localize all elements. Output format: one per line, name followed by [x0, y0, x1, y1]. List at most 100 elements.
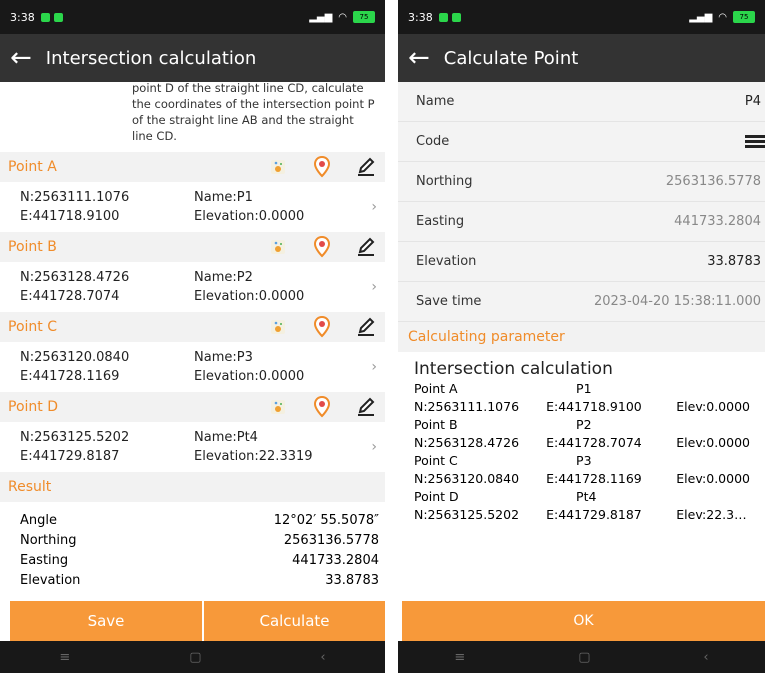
point-easting: E:441728.1169	[20, 369, 120, 384]
point-fields: Name P4 Code Northing 2563136.5778 Easting…	[398, 82, 765, 322]
description-text: point D of the straight line CD, calcula…	[132, 81, 375, 143]
calc-parameter-body: Intersection calculation Point A P1 N:2563…	[398, 352, 765, 524]
map-pick-icon[interactable]	[267, 156, 289, 178]
point-label: Point B	[8, 239, 57, 255]
save-button[interactable]: Save	[10, 601, 202, 641]
calc-parameter-title: Intersection calculation	[414, 359, 613, 379]
menu-icon[interactable]: ≡	[59, 650, 70, 665]
action-bar: Save Calculate	[10, 601, 385, 641]
location-pin-icon[interactable]	[311, 396, 333, 418]
param-line: N:2563125.5202 E:441729.8187 Elev:22.3…	[414, 507, 747, 522]
code-list-icon[interactable]	[745, 135, 765, 148]
point-header: Point D	[0, 392, 385, 422]
param-line: Point D Pt4	[414, 489, 597, 504]
right-screen: 3:38 ▂▄▆ ◠ 75 ← Calculate Point Name P4 C…	[398, 0, 765, 673]
location-pin-icon[interactable]	[311, 316, 333, 338]
back-arrow-icon[interactable]: ←	[10, 45, 32, 71]
battery-icon: 75	[353, 11, 375, 23]
point-label: Point D	[8, 399, 58, 415]
left-screen: 3:38 ▂▄▆ ◠ 75 ← Intersection calculation…	[0, 0, 385, 673]
map-pick-icon[interactable]	[267, 316, 289, 338]
battery-icon: 75	[733, 11, 755, 23]
location-pin-icon[interactable]	[311, 236, 333, 258]
ok-button[interactable]: OK	[402, 601, 765, 641]
location-pin-icon[interactable]	[311, 156, 333, 178]
point-name: Name:P2	[194, 270, 253, 285]
notification-icon	[40, 12, 50, 22]
point-elevation: Elevation:0.0000	[194, 369, 305, 384]
point-name: Name:P3	[194, 350, 253, 365]
point-section: Point D N:2563125.5202 E:441729.8187 Name:P…	[0, 392, 385, 472]
field-code[interactable]: Code	[398, 122, 765, 162]
point-northing: N:2563120.0840	[20, 350, 130, 365]
field-save-time: Save time 2023-04-20 15:38:11.000	[398, 282, 765, 322]
param-line: Point C P3	[414, 453, 592, 468]
field-northing[interactable]: Northing 2563136.5778	[398, 162, 765, 202]
point-northing: N:2563125.5202	[20, 430, 130, 445]
point-section: Point B N:2563128.4726 E:441728.7074 Name:P…	[0, 232, 385, 312]
system-nav-bar: ≡ ▢ ‹	[398, 641, 765, 673]
home-icon[interactable]: ▢	[578, 650, 590, 665]
result-list: Angle 12°02′ 55.5078″ Northing 2563136.577…	[0, 502, 385, 590]
wifi-icon: ◠	[718, 11, 727, 23]
chevron-right-icon: ›	[371, 199, 377, 215]
back-icon[interactable]: ‹	[703, 650, 708, 665]
app-bar: ← Intersection calculation	[0, 34, 385, 82]
calculate-button[interactable]: Calculate	[204, 601, 385, 641]
page-title: Calculate Point	[443, 47, 579, 69]
edit-icon[interactable]	[355, 316, 377, 338]
point-section: Point A N:2563111.1076 E:441718.9100 Name:P…	[0, 152, 385, 232]
point-easting: E:441718.9100	[20, 209, 120, 224]
field-elevation[interactable]: Elevation 33.8783	[398, 242, 765, 282]
signal-icon: ▂▄▆	[689, 11, 713, 23]
calc-parameter-header: Calculating parameter	[398, 322, 765, 352]
status-bar: 3:38 ▂▄▆ ◠ 75	[0, 0, 385, 34]
page-title: Intersection calculation	[45, 47, 257, 69]
notification-icon	[53, 12, 63, 22]
field-name[interactable]: Name P4	[398, 82, 765, 122]
point-easting: E:441728.7074	[20, 289, 120, 304]
map-pick-icon[interactable]	[267, 396, 289, 418]
menu-icon[interactable]: ≡	[454, 650, 465, 665]
point-elevation: Elevation:22.3319	[194, 449, 313, 464]
edit-icon[interactable]	[355, 156, 377, 178]
wifi-icon: ◠	[338, 11, 347, 23]
point-row[interactable]: N:2563111.1076 E:441718.9100 Name:P1 Elevat…	[0, 182, 385, 232]
status-time: 3:38	[408, 10, 433, 24]
point-row[interactable]: N:2563125.5202 E:441729.8187 Name:Pt4 Eleva…	[0, 422, 385, 472]
status-bar: 3:38 ▂▄▆ ◠ 75	[398, 0, 765, 34]
point-easting: E:441729.8187	[20, 449, 120, 464]
result-row-elevation: Elevation 33.8783	[20, 572, 379, 588]
point-label: Point C	[8, 319, 57, 335]
point-row[interactable]: N:2563120.0840 E:441728.1169 Name:P3 Elevat…	[0, 342, 385, 392]
edit-icon[interactable]	[355, 236, 377, 258]
result-row-northing: Northing 2563136.5778	[20, 532, 379, 548]
result-header: Result	[0, 472, 385, 502]
notification-icon	[451, 12, 461, 22]
point-section: Point C N:2563120.0840 E:441728.1169 Name:P…	[0, 312, 385, 392]
app-bar: ← Calculate Point	[398, 34, 765, 82]
status-time: 3:38	[10, 10, 35, 24]
point-northing: N:2563111.1076	[20, 190, 130, 205]
result-row-angle: Angle 12°02′ 55.5078″	[20, 512, 379, 528]
back-icon[interactable]: ‹	[320, 650, 325, 665]
back-arrow-icon[interactable]: ←	[408, 45, 430, 71]
signal-icon: ▂▄▆	[309, 11, 333, 23]
edit-icon[interactable]	[355, 396, 377, 418]
chevron-right-icon: ›	[371, 279, 377, 295]
param-line: Point A P1	[414, 381, 592, 396]
param-line: Point B P2	[414, 417, 592, 432]
notification-icon	[438, 12, 448, 22]
param-line: N:2563111.1076 E:441718.9100 Elev:0.0000	[414, 399, 750, 414]
home-icon[interactable]: ▢	[189, 650, 201, 665]
point-name: Name:P1	[194, 190, 253, 205]
system-nav-bar: ≡ ▢ ‹	[0, 641, 385, 673]
field-easting[interactable]: Easting 441733.2804	[398, 202, 765, 242]
chevron-right-icon: ›	[371, 359, 377, 375]
point-name: Name:Pt4	[194, 430, 258, 445]
map-pick-icon[interactable]	[267, 236, 289, 258]
point-row[interactable]: N:2563128.4726 E:441728.7074 Name:P2 Elevat…	[0, 262, 385, 312]
point-elevation: Elevation:0.0000	[194, 289, 305, 304]
result-row-easting: Easting 441733.2804	[20, 552, 379, 568]
chevron-right-icon: ›	[371, 439, 377, 455]
